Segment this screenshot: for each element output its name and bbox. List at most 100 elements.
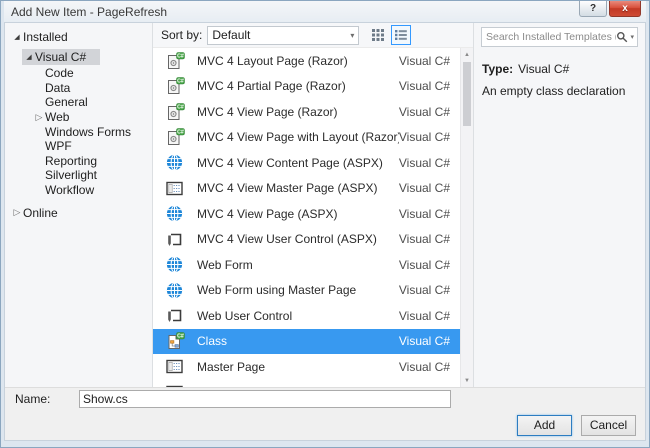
- tree-node-category[interactable]: Code: [5, 66, 152, 81]
- template-language: Visual C#: [398, 155, 450, 170]
- template-name: Class: [197, 334, 228, 349]
- template-list-item[interactable]: Web User Control Visual C#: [153, 303, 460, 329]
- tree-node-category[interactable]: Data: [5, 81, 152, 96]
- list-toolbar: Sort by: Default ▾: [153, 23, 473, 48]
- template-name: MVC 4 View Master Page (ASPX): [197, 181, 378, 196]
- list-view-button[interactable]: [391, 25, 412, 45]
- tree-node-label: Workflow: [45, 183, 95, 198]
- razor-page-icon: C#: [166, 52, 186, 70]
- globe-icon: [166, 154, 186, 171]
- template-list-item[interactable]: Web Form Visual C#: [153, 252, 460, 278]
- tree-node-category[interactable]: Windows Forms: [5, 124, 152, 139]
- template-list-item[interactable]: Web Form using Master Page Visual C#: [153, 278, 460, 304]
- tree-node-installed[interactable]: ◢ Installed: [5, 28, 152, 45]
- razor-page-icon: C#: [166, 128, 186, 146]
- template-language: Visual C#: [398, 283, 450, 298]
- caption-buttons: ? x: [579, 1, 641, 17]
- vertical-scrollbar[interactable]: ▲ ▼: [460, 48, 473, 387]
- tree-node-category[interactable]: General: [5, 95, 152, 110]
- sort-by-dropdown[interactable]: Default ▾: [207, 25, 360, 45]
- globe-icon: [166, 256, 186, 273]
- help-button[interactable]: ?: [579, 1, 607, 17]
- search-input[interactable]: [486, 31, 617, 43]
- template-list-item[interactable]: C# MVC 4 View Page (Razor) Visual C#: [153, 99, 460, 125]
- template-list-item[interactable]: C# Class Visual C#: [153, 328, 460, 354]
- template-language: Visual C#: [398, 53, 450, 68]
- template-name: MVC 4 View Page with Layout (Razor): [197, 130, 399, 145]
- close-button[interactable]: x: [609, 1, 641, 17]
- type-value: Visual C#: [518, 62, 570, 76]
- template-list-item[interactable]: Nested Master Page Visual C#: [153, 380, 460, 387]
- globe-icon: [166, 282, 186, 299]
- expander-collapsed-icon[interactable]: ▷: [33, 112, 45, 123]
- template-list-container: C# MVC 4 Layout Page (Razor) Visual C# C…: [153, 48, 473, 387]
- medium-icons-view-button[interactable]: [368, 25, 388, 45]
- tree-node-category[interactable]: WPF: [5, 139, 152, 154]
- tree-node-label: Windows Forms: [45, 124, 132, 139]
- template-language: Visual C#: [398, 232, 450, 247]
- expander-expanded-icon[interactable]: ◢: [11, 33, 23, 41]
- cancel-button[interactable]: Cancel: [581, 414, 636, 436]
- template-name: MVC 4 Partial Page (Razor): [197, 79, 346, 94]
- class-icon: C#: [166, 332, 186, 350]
- search-icon[interactable]: [616, 31, 628, 43]
- svg-text:C#: C#: [177, 104, 184, 110]
- name-row: Name:: [5, 387, 645, 410]
- template-list-item[interactable]: C# MVC 4 View Page with Layout (Razor) V…: [153, 125, 460, 151]
- template-list-item[interactable]: MVC 4 View User Control (ASPX) Visual C#: [153, 227, 460, 253]
- name-label: Name:: [15, 392, 51, 406]
- tree-node-category[interactable]: Workflow: [5, 183, 152, 198]
- template-list-item[interactable]: C# MVC 4 Partial Page (Razor) Visual C#: [153, 74, 460, 100]
- template-name: MVC 4 View Page (Razor): [197, 104, 338, 119]
- template-list-item[interactable]: MVC 4 View Content Page (ASPX) Visual C#: [153, 150, 460, 176]
- window-title: Add New Item - PageRefresh: [11, 4, 168, 19]
- template-list: C# MVC 4 Layout Page (Razor) Visual C# C…: [153, 48, 460, 387]
- list-icon: [395, 30, 408, 40]
- template-language: Visual C#: [398, 206, 450, 221]
- tree-node-label: Silverlight: [45, 168, 98, 183]
- tree-node-label: Web: [45, 110, 70, 125]
- tree-node-label: Visual C#: [35, 49, 87, 64]
- chevron-down-icon: ▾: [350, 30, 355, 40]
- expander-expanded-icon[interactable]: ◢: [23, 53, 35, 61]
- expander-collapsed-icon[interactable]: ▷: [11, 207, 23, 218]
- user-control-icon: [166, 307, 186, 324]
- template-name: Web Form using Master Page: [197, 283, 357, 298]
- template-name: Web Form: [197, 257, 253, 272]
- tree-node-category[interactable]: Reporting: [5, 154, 152, 169]
- scrollbar-thumb[interactable]: [463, 62, 471, 126]
- svg-text:C#: C#: [177, 53, 184, 59]
- view-mode-toggle: [368, 25, 412, 45]
- sort-by-label: Sort by:: [161, 28, 203, 42]
- tree-node-label: WPF: [45, 139, 72, 154]
- template-description: An empty class declaration: [482, 84, 626, 98]
- tree-node-label: Code: [45, 66, 74, 81]
- button-row: Add Cancel: [5, 410, 645, 440]
- master-page-icon: [166, 180, 186, 197]
- scroll-up-icon[interactable]: ▲: [461, 48, 473, 61]
- add-new-item-dialog: Add New Item - PageRefresh ? x ◢ Install…: [0, 0, 650, 448]
- dialog-body: ◢ Installed ◢ Visual C# Code Data Genera…: [4, 22, 646, 441]
- template-list-item[interactable]: MVC 4 View Page (ASPX) Visual C#: [153, 201, 460, 227]
- template-language: Visual C#: [398, 79, 450, 94]
- tree-node-category[interactable]: Silverlight: [5, 168, 152, 183]
- template-language: Visual C#: [398, 334, 450, 349]
- template-name: MVC 4 Layout Page (Razor): [197, 53, 348, 68]
- content-area: ◢ Installed ◢ Visual C# Code Data Genera…: [5, 23, 645, 387]
- template-name: MVC 4 View User Control (ASPX): [197, 232, 377, 247]
- chevron-down-icon[interactable]: ▾: [630, 33, 634, 41]
- tree-node-online[interactable]: ▷ Online: [5, 204, 152, 221]
- tree-node-label: Reporting: [45, 153, 98, 168]
- template-list-item[interactable]: C# MVC 4 Layout Page (Razor) Visual C#: [153, 48, 460, 74]
- tree-node-category[interactable]: ▷ Web: [5, 110, 152, 125]
- user-control-icon: [166, 231, 186, 248]
- master-page-icon: [166, 358, 186, 375]
- add-button[interactable]: Add: [517, 414, 572, 436]
- tree-node-visual-csharp[interactable]: ◢ Visual C#: [5, 48, 152, 65]
- template-list-item[interactable]: MVC 4 View Master Page (ASPX) Visual C#: [153, 176, 460, 202]
- search-box: ▾: [481, 27, 638, 47]
- name-input[interactable]: [79, 390, 451, 408]
- template-list-item[interactable]: Master Page Visual C#: [153, 354, 460, 380]
- scroll-down-icon[interactable]: ▼: [461, 374, 473, 387]
- template-name: Master Page: [197, 359, 266, 374]
